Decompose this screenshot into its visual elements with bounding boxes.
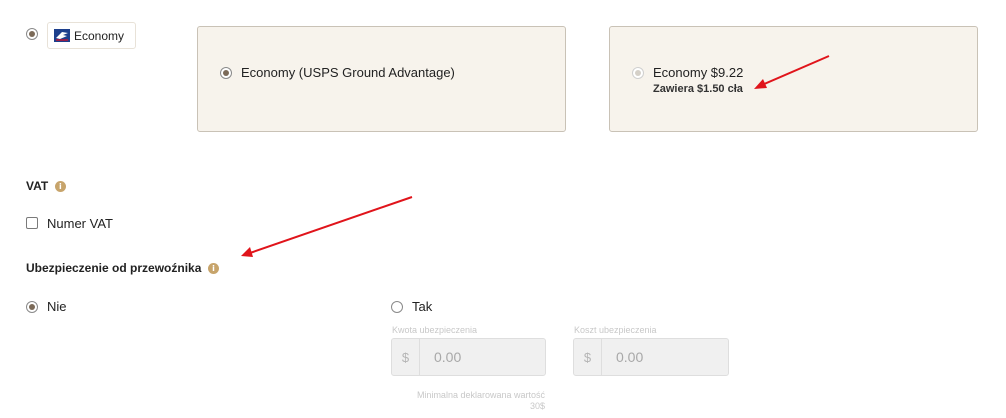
annotation-arrow-insurance	[241, 196, 413, 257]
annotation-arrows	[241, 55, 830, 257]
annotation-arrow-price	[754, 55, 830, 89]
